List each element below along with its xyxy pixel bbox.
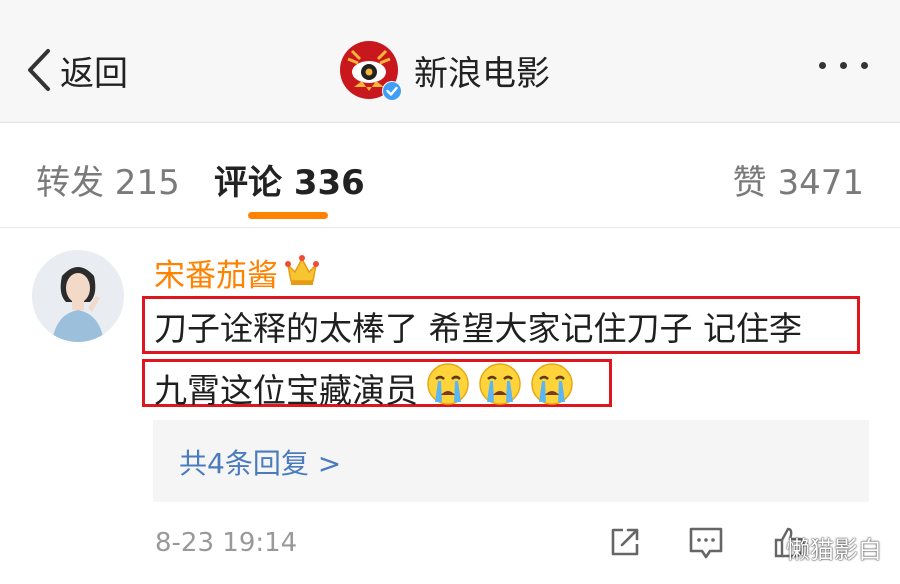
back-label: 返回	[60, 53, 128, 94]
crying-face-icon	[530, 362, 574, 414]
tab-comment[interactable]: 评论 336	[214, 155, 365, 204]
comment-text-line: 刀子诠释的太棒了 希望大家记住刀子 记住李	[154, 309, 802, 348]
account-header[interactable]: 新浪电影	[340, 40, 550, 101]
watermark: 懒猫影白	[786, 536, 882, 564]
username-row: 宋番茄酱	[154, 250, 320, 294]
share-icon[interactable]	[608, 525, 642, 563]
more-dot-icon	[819, 62, 826, 69]
tab-like[interactable]: 赞 3471	[733, 155, 864, 204]
tab-bar: 转发 215 评论 336 赞 3471	[0, 123, 900, 228]
crying-face-icon	[426, 362, 470, 414]
replies-label: 共4条回复 >	[179, 447, 342, 480]
page-title: 新浪电影	[414, 53, 550, 94]
user-avatar-icon	[32, 250, 124, 342]
navigation-bar: 返回 新浪电影	[0, 0, 900, 123]
avatar[interactable]	[32, 250, 124, 342]
comment-icon[interactable]	[688, 525, 724, 565]
chevron-left-icon	[28, 49, 50, 91]
comment-text-line: 九霄这位宝藏演员	[154, 371, 418, 410]
active-tab-indicator	[248, 212, 328, 219]
more-dot-icon	[861, 62, 868, 69]
sina-movie-logo[interactable]	[340, 41, 402, 101]
view-replies-button[interactable]: 共4条回复 >	[153, 420, 869, 502]
vip-crown-icon[interactable]	[284, 253, 320, 291]
verified-badge-icon	[382, 81, 402, 101]
back-button[interactable]: 返回	[26, 44, 128, 96]
tab-repost[interactable]: 转发 215	[36, 155, 180, 204]
crying-face-icon	[478, 362, 522, 414]
more-options-button[interactable]	[819, 62, 868, 69]
comment-timestamp: 8-23 19:14	[155, 528, 298, 558]
username[interactable]: 宋番茄酱	[154, 250, 278, 295]
more-dot-icon	[840, 62, 847, 69]
comment-text-line-row: 九霄这位宝藏演员	[154, 362, 574, 414]
